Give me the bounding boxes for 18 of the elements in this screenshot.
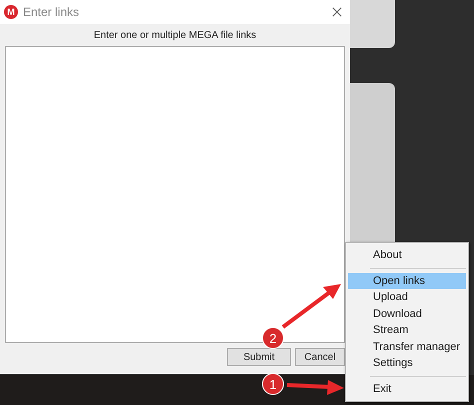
arrow: [282, 284, 341, 329]
menu-item[interactable]: About: [348, 247, 466, 264]
cancel-button[interactable]: Cancel: [295, 348, 345, 366]
window-title: Enter links: [23, 5, 80, 19]
menu-item[interactable]: Transfer manager: [348, 338, 466, 355]
window-panel: [350, 0, 395, 48]
menu-item[interactable]: Settings: [348, 355, 466, 372]
submit-button[interactable]: Submit: [227, 348, 291, 366]
menu-item[interactable]: Exit: [348, 380, 466, 397]
menu-item[interactable]: Open links: [348, 272, 466, 289]
menu-item[interactable]: Upload: [348, 289, 466, 306]
menu-item[interactable]: Stream: [348, 322, 466, 338]
prompt-label: Enter one or multiple MEGA file links: [92, 30, 258, 41]
menu-item[interactable]: Download: [348, 306, 466, 322]
close-icon[interactable]: [332, 7, 342, 17]
links-field[interactable]: [5, 46, 345, 343]
logo-icon: M: [4, 5, 18, 19]
arrow: [286, 380, 344, 395]
